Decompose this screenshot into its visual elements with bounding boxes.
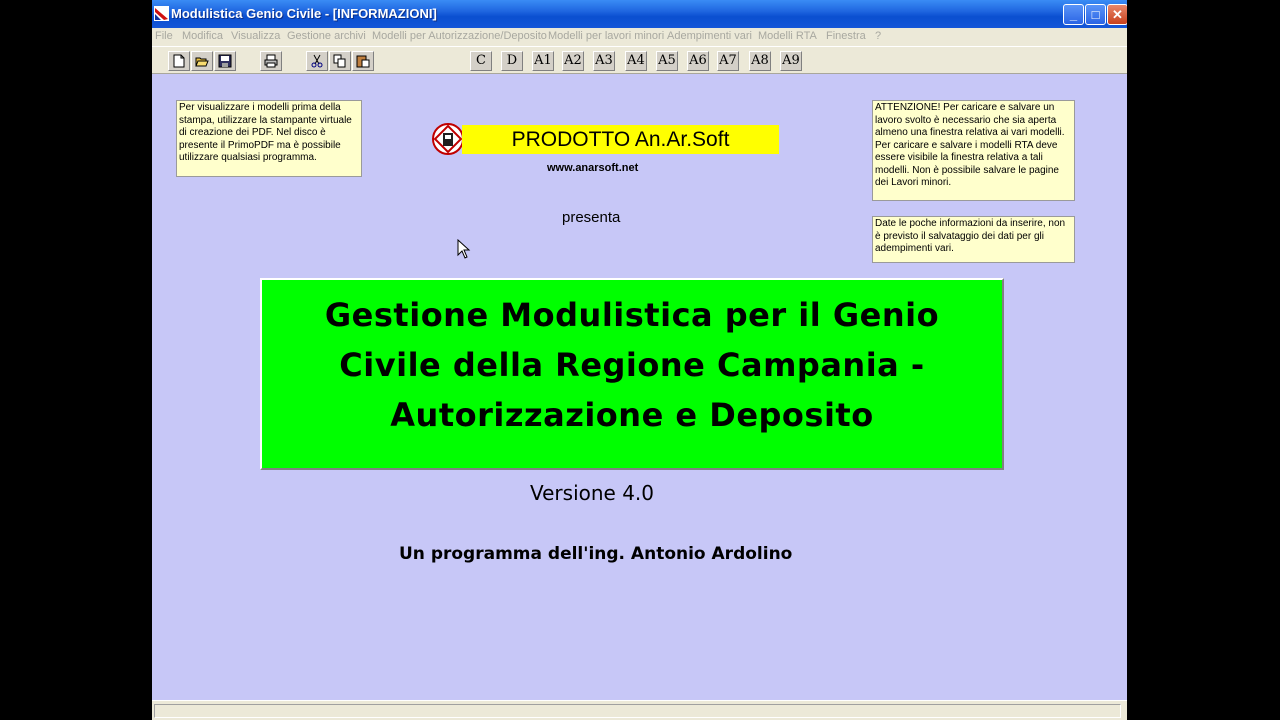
adempimenti-note: Date le poche informazioni da inserire, … (872, 216, 1075, 263)
save-button[interactable] (214, 51, 236, 71)
print-button[interactable] (260, 51, 282, 71)
app-icon (154, 6, 169, 21)
menu-bar: File Modifica Visualizza Gestione archiv… (152, 28, 1127, 46)
open-folder-icon (195, 57, 209, 67)
website-link: www.anarsoft.net (547, 162, 639, 174)
minimize-button[interactable]: _ (1063, 4, 1084, 25)
application-window: Modulistica Genio Civile - [INFORMAZIONI… (152, 0, 1127, 720)
main-title-line: Autorizzazione e Deposito (390, 396, 874, 434)
logo: PRODOTTO An.Ar.Soft (432, 123, 779, 155)
menu-finestra[interactable]: Finestra (826, 30, 866, 42)
menu-file[interactable]: File (155, 30, 173, 42)
mouse-cursor-icon (457, 239, 471, 259)
toolbar-button-a5[interactable]: A5 (656, 51, 678, 71)
anarsoft-emblem-icon (432, 123, 464, 155)
paste-button[interactable] (352, 51, 374, 71)
status-panel (154, 704, 1121, 718)
new-document-icon (173, 54, 185, 68)
window-title: Modulistica Genio Civile - [INFORMAZIONI… (171, 6, 437, 21)
cut-icon (311, 54, 323, 68)
close-button[interactable]: ✕ (1107, 4, 1127, 25)
author-label: Un programma dell'ing. Antonio Ardolino (399, 544, 793, 564)
menu-modelli-rta[interactable]: Modelli RTA (758, 30, 817, 42)
toolbar-button-d[interactable]: D (501, 51, 523, 71)
menu-modelli-autorizzazione-deposito[interactable]: Modelli per Autorizzazione/Deposito (372, 30, 547, 42)
print-icon (264, 54, 278, 68)
warning-note: ATTENZIONE! Per caricare e salvare un la… (872, 100, 1075, 201)
toolbar-button-a7[interactable]: A7 (717, 51, 739, 71)
menu-adempimenti-vari[interactable]: Adempimenti vari (667, 30, 752, 42)
maximize-button[interactable]: □ (1085, 4, 1106, 25)
menu-gestione-archivi[interactable]: Gestione archivi (287, 30, 366, 42)
menu-modelli-lavori-minori[interactable]: Modelli per lavori minori (548, 30, 664, 42)
title-bar[interactable]: Modulistica Genio Civile - [INFORMAZIONI… (152, 0, 1127, 28)
menu-help[interactable]: ? (875, 30, 881, 42)
toolbar-button-a4[interactable]: A4 (625, 51, 647, 71)
cut-button[interactable] (306, 51, 328, 71)
logo-banner: PRODOTTO An.Ar.Soft (462, 125, 779, 154)
toolbar-button-a8[interactable]: A8 (749, 51, 771, 71)
copy-button[interactable] (329, 51, 351, 71)
toolbar-button-a2[interactable]: A2 (562, 51, 584, 71)
toolbar: C D A1 A2 A3 A4 A5 A6 A7 A8 A9 (152, 46, 1127, 74)
toolbar-button-a3[interactable]: A3 (593, 51, 615, 71)
status-bar (152, 700, 1127, 720)
open-button[interactable] (191, 51, 213, 71)
toolbar-button-a6[interactable]: A6 (687, 51, 709, 71)
main-title-line: Civile della Regione Campania - (339, 346, 925, 384)
menu-modifica[interactable]: Modifica (182, 30, 223, 42)
pdf-info-note: Per visualizzare i modelli prima della s… (176, 100, 362, 177)
paste-icon (356, 55, 370, 68)
menu-visualizza[interactable]: Visualizza (231, 30, 280, 42)
toolbar-button-a9[interactable]: A9 (780, 51, 802, 71)
presenta-text: presenta (562, 209, 621, 226)
version-label: Versione 4.0 (530, 481, 655, 505)
new-document-button[interactable] (168, 51, 190, 71)
main-title-box: Gestione Modulistica per il Genio Civile… (260, 278, 1004, 470)
main-title-line: Gestione Modulistica per il Genio (324, 296, 940, 334)
main-title: Gestione Modulistica per il Genio Civile… (262, 290, 1002, 440)
copy-icon (333, 54, 346, 68)
save-disk-icon (218, 54, 232, 68)
toolbar-button-a1[interactable]: A1 (532, 51, 554, 71)
toolbar-button-c[interactable]: C (470, 51, 492, 71)
